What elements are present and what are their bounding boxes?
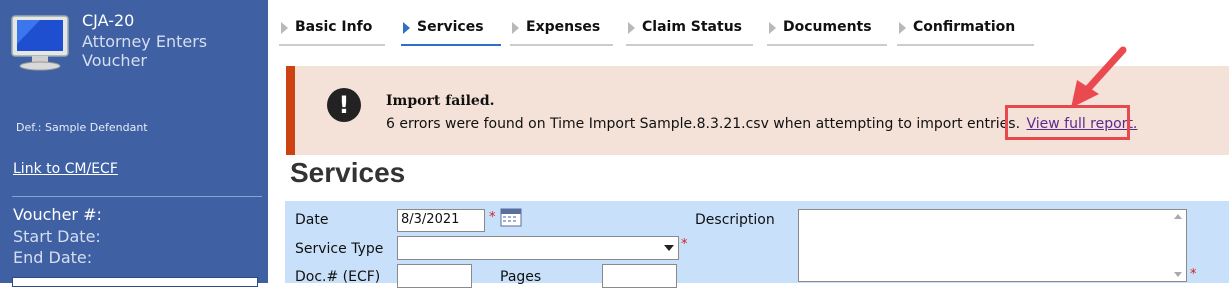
exclamation-icon: ! bbox=[327, 88, 361, 122]
annotation-arrow-icon bbox=[1071, 46, 1127, 108]
voucher-number-label: Voucher #: bbox=[13, 205, 102, 224]
chevron-right-icon bbox=[512, 22, 519, 34]
tab-basic-info[interactable]: Basic Info bbox=[279, 19, 385, 46]
sidebar-divider bbox=[12, 196, 262, 197]
chevron-right-icon bbox=[899, 22, 906, 34]
tab-label: Confirmation bbox=[913, 19, 1016, 35]
tab-expenses[interactable]: Expenses bbox=[510, 19, 613, 46]
chevron-right-icon bbox=[628, 22, 635, 34]
monitor-icon bbox=[11, 15, 69, 71]
alert-message-text: 6 errors were found on Time Import Sampl… bbox=[386, 116, 1021, 132]
tab-confirmation[interactable]: Confirmation bbox=[897, 19, 1034, 46]
pages-input[interactable] bbox=[602, 264, 677, 288]
date-label: Date bbox=[295, 212, 329, 228]
sidebar-panel bbox=[12, 277, 258, 287]
tab-label: Claim Status bbox=[642, 19, 742, 35]
scroll-up-icon[interactable] bbox=[1174, 214, 1182, 219]
import-error-alert: ! Import failed. 6 errors were found on … bbox=[286, 46, 1229, 155]
chevron-down-icon bbox=[664, 245, 674, 251]
service-type-label: Service Type bbox=[295, 241, 384, 257]
sidebar-header: CJA-20 Attorney Enters Voucher bbox=[0, 0, 268, 100]
tab-label: Expenses bbox=[526, 19, 601, 35]
chevron-right-icon bbox=[403, 22, 410, 34]
cmecf-link[interactable]: Link to CM/ECF bbox=[13, 161, 118, 177]
description-textarea[interactable] bbox=[798, 209, 1187, 282]
service-entry-form: Date 8/3/2021 * Service Type * Doc.# (EC… bbox=[285, 201, 1229, 288]
description-label: Description bbox=[695, 212, 775, 228]
scroll-down-icon[interactable] bbox=[1174, 272, 1182, 277]
tab-label: Basic Info bbox=[295, 19, 373, 35]
chevron-right-icon bbox=[281, 22, 288, 34]
sidebar: CJA-20 Attorney Enters Voucher Def.: Sam… bbox=[0, 0, 268, 287]
required-marker: * bbox=[489, 210, 496, 225]
required-marker: * bbox=[1190, 267, 1197, 282]
tab-label: Documents bbox=[783, 19, 872, 35]
date-input[interactable]: 8/3/2021 bbox=[397, 209, 485, 232]
form-code: CJA-20 bbox=[82, 11, 135, 30]
main-content: Basic Info Services Expenses Claim Statu… bbox=[268, 0, 1229, 288]
form-title: Attorney Enters Voucher bbox=[82, 32, 208, 70]
tab-services[interactable]: Services bbox=[401, 19, 501, 46]
tab-label: Services bbox=[417, 19, 484, 35]
alert-title: Import failed. bbox=[386, 93, 495, 109]
chevron-right-icon bbox=[769, 22, 776, 34]
end-date-label: End Date: bbox=[13, 248, 93, 267]
calendar-icon[interactable] bbox=[500, 207, 522, 227]
service-type-select[interactable] bbox=[397, 236, 679, 260]
tab-documents[interactable]: Documents bbox=[767, 19, 887, 46]
required-marker: * bbox=[681, 237, 688, 252]
tab-claim-status[interactable]: Claim Status bbox=[626, 19, 753, 46]
defendant-label: Def.: Sample Defendant bbox=[16, 121, 148, 134]
start-date-label: Start Date: bbox=[13, 227, 101, 246]
page-title: Services bbox=[290, 157, 406, 188]
doc-ecf-input[interactable] bbox=[397, 264, 472, 288]
